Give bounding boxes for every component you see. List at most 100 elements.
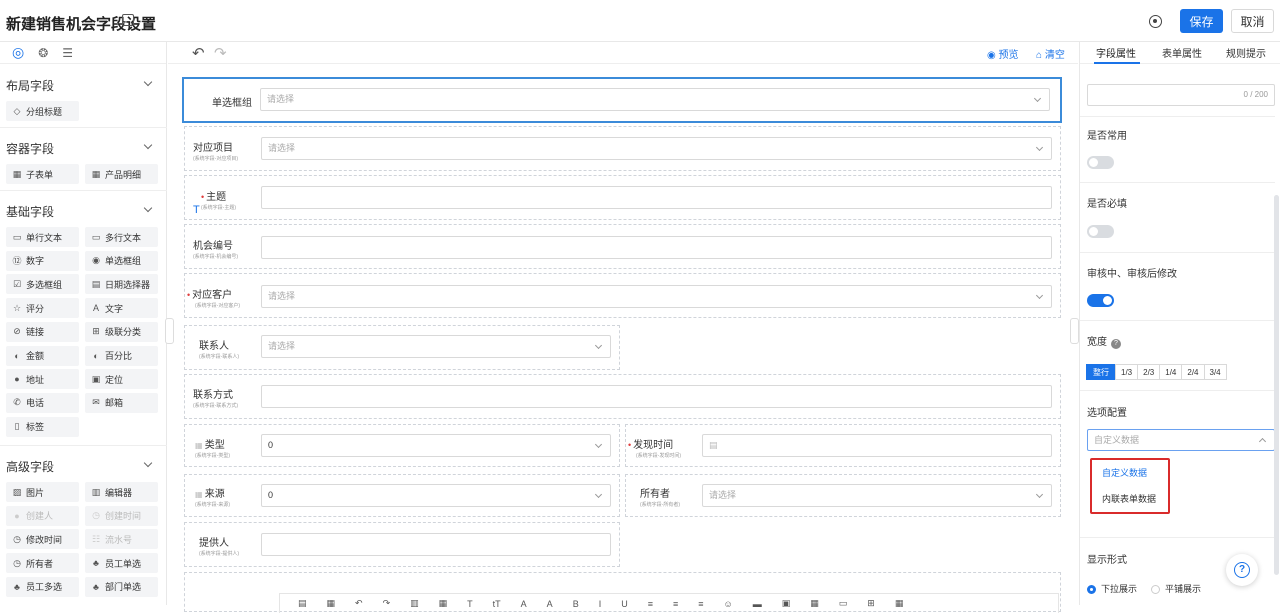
tab-form-properties[interactable]: 表单属性	[1162, 45, 1202, 60]
type-select[interactable]: 0	[261, 434, 611, 457]
collapse-left-handle[interactable]	[165, 318, 174, 344]
editor-tool-icon[interactable]: ▣	[782, 598, 791, 609]
editor-tool-icon[interactable]: B	[573, 599, 579, 609]
palette-item[interactable]: ● 地址	[6, 369, 79, 390]
chevron-down-icon[interactable]	[143, 203, 153, 213]
palette-item[interactable]: ◷ 修改时间	[6, 529, 79, 550]
palette-item[interactable]: ♣ 员工单选	[85, 553, 158, 574]
collapse-right-handle[interactable]	[1070, 318, 1079, 344]
palette-item[interactable]: ◷ 创建时间	[85, 505, 158, 526]
clear-button[interactable]: ⌂ 清空	[1036, 46, 1065, 61]
palette-item[interactable]: ◇ 分组标题	[6, 101, 79, 121]
editor-tool-icon[interactable]: ☺	[724, 599, 733, 609]
palette-item[interactable]: ▣ 定位	[85, 369, 158, 390]
editor-tool-icon[interactable]: T	[467, 599, 473, 609]
tree-tab-icon[interactable]: ☰	[62, 46, 73, 60]
chevron-down-icon[interactable]	[143, 77, 153, 87]
editor-tool-icon[interactable]: A	[521, 599, 527, 609]
width-option-button[interactable]: 1/4	[1159, 364, 1183, 380]
editor-tool-icon[interactable]: A	[547, 599, 553, 609]
palette-section-title[interactable]: 布局字段	[6, 77, 54, 94]
required-toggle[interactable]	[1087, 225, 1114, 238]
property-panel-scrollbar[interactable]	[1274, 195, 1279, 575]
palette-item[interactable]: A 文字	[85, 298, 158, 319]
dropdown-item-custom-data[interactable]: 自定义数据	[1092, 460, 1168, 486]
editor-tool-icon[interactable]: ↷	[383, 598, 391, 609]
redo-icon[interactable]: ↷	[214, 44, 227, 62]
form-field-contact-method[interactable]: 联系方式 (系统字段-联系方式)	[184, 374, 1061, 419]
discovery-time-picker[interactable]: ▤	[702, 434, 1052, 457]
palette-item[interactable]: ▥ 编辑器	[85, 482, 158, 502]
palette-item[interactable]: ▦ 产品明细	[85, 164, 158, 184]
palette-item[interactable]: ⑫ 数字	[6, 250, 79, 271]
chevron-down-icon[interactable]	[143, 458, 153, 468]
palette-item[interactable]: ☷ 流水号	[85, 529, 158, 550]
editor-tool-icon[interactable]: ▦	[810, 598, 819, 609]
palette-section-title[interactable]: 基础字段	[6, 203, 54, 220]
palette-item[interactable]: ☆ 评分	[6, 298, 79, 319]
form-field-opportunity-number[interactable]: 机会编号 (系统字段-机会编号)	[184, 224, 1061, 269]
opportunity-number-input[interactable]	[261, 236, 1052, 259]
palette-item[interactable]: ▤ 日期选择器	[85, 274, 158, 295]
source-select[interactable]: 0	[261, 484, 611, 507]
editor-tool-icon[interactable]: ▭	[839, 598, 848, 609]
editor-tool-icon[interactable]: tT	[493, 599, 501, 609]
form-field-subject[interactable]: • 主题 (系统字段-主题) T	[184, 175, 1061, 220]
editor-tool-icon[interactable]: ▦	[327, 598, 336, 609]
palette-item[interactable]: ⊘ 链接	[6, 321, 79, 342]
save-button[interactable]: 保存	[1180, 9, 1223, 33]
form-field-source[interactable]: ▦ 来源 (系统字段-来源) 0	[184, 474, 620, 517]
editor-tool-icon[interactable]: ▬	[753, 599, 762, 609]
radio-group-select[interactable]: 请选择	[260, 88, 1050, 111]
palette-item[interactable]: ⊞ 级联分类	[85, 321, 158, 342]
palette-item[interactable]: ◉ 单选框组	[85, 250, 158, 271]
palette-item[interactable]: ● 创建人	[6, 505, 79, 526]
subject-input[interactable]	[261, 186, 1052, 209]
form-field-rich-text[interactable]: ▤ ▦ ↶ ↷ ▥ ▦ TtT A A B I U ≡ ≡ ≡ ☺ ▬ ▣ ▦ ▭ ⊞ ▦	[184, 572, 1061, 613]
width-option-button[interactable]: 3/4	[1203, 364, 1227, 380]
outline-tab-icon[interactable]: ❂	[38, 46, 48, 60]
palette-item[interactable]: ◐ 金额	[6, 345, 79, 366]
display-option-dropdown[interactable]: 下拉展示	[1087, 582, 1137, 595]
palette-section-title[interactable]: 容器字段	[6, 140, 54, 157]
palette-item[interactable]: ✉ 邮箱	[85, 392, 158, 413]
form-field-provider[interactable]: 提供人 (系统字段-提供人)	[184, 522, 620, 567]
editable-toggle[interactable]	[1087, 294, 1114, 307]
palette-item[interactable]: ▦ 子表单	[6, 164, 79, 184]
help-icon[interactable]: ?	[1111, 339, 1121, 349]
form-field-radio-group[interactable]: 单选框组 请选择	[182, 77, 1062, 123]
palette-item[interactable]: ✆ 电话	[6, 392, 79, 413]
description-input[interactable]: 0 / 200	[1087, 84, 1275, 106]
width-option-button[interactable]: 1/3	[1115, 364, 1139, 380]
editor-tool-icon[interactable]: ▦	[439, 598, 448, 609]
width-option-button[interactable]: 2/3	[1137, 364, 1161, 380]
editor-tool-icon[interactable]: ≡	[673, 599, 678, 609]
palette-item[interactable]: ◷ 所有者	[6, 553, 79, 574]
tab-field-properties[interactable]: 字段属性	[1096, 45, 1136, 60]
palette-item[interactable]: ☑ 多选框组	[6, 274, 79, 295]
editor-tool-icon[interactable]: ▤	[298, 598, 307, 609]
palette-item[interactable]: ▨ 图片	[6, 482, 79, 502]
dropdown-item-inline-form-data[interactable]: 内联表单数据	[1092, 486, 1168, 512]
options-source-select[interactable]: 自定义数据	[1087, 429, 1275, 451]
tab-rule-hints[interactable]: 规则提示	[1226, 45, 1266, 60]
palette-item[interactable]: ♣ 员工多选	[6, 576, 79, 597]
palette-item[interactable]: ▯ 标签	[6, 416, 79, 437]
width-option-button[interactable]: 2/4	[1181, 364, 1205, 380]
provider-input[interactable]	[261, 533, 611, 556]
common-toggle[interactable]	[1087, 156, 1114, 169]
palette-item[interactable]: ▭ 多行文本	[85, 227, 158, 247]
form-field-type[interactable]: ▦ 类型 (系统字段-类型) 0	[184, 424, 620, 467]
palette-item[interactable]: ▭ 单行文本	[6, 227, 79, 247]
owner-select[interactable]: 请选择	[702, 484, 1052, 507]
width-option-button[interactable]: 整行	[1086, 364, 1116, 380]
form-field-discovery-time[interactable]: • 发现时间 (系统字段-发现时间) ▤	[625, 424, 1061, 467]
palette-item[interactable]: ◐ 百分比	[85, 345, 158, 366]
form-field-owner[interactable]: 所有者 (系统字段-所有者) 请选择	[625, 474, 1061, 517]
editor-tool-icon[interactable]: U	[621, 599, 628, 609]
contact-method-input[interactable]	[261, 385, 1052, 408]
layout-toggle-icon[interactable]	[122, 14, 134, 26]
editor-tool-icon[interactable]: ≡	[648, 599, 653, 609]
cancel-button[interactable]: 取消	[1231, 9, 1274, 33]
editor-tool-icon[interactable]: ↶	[355, 598, 363, 609]
